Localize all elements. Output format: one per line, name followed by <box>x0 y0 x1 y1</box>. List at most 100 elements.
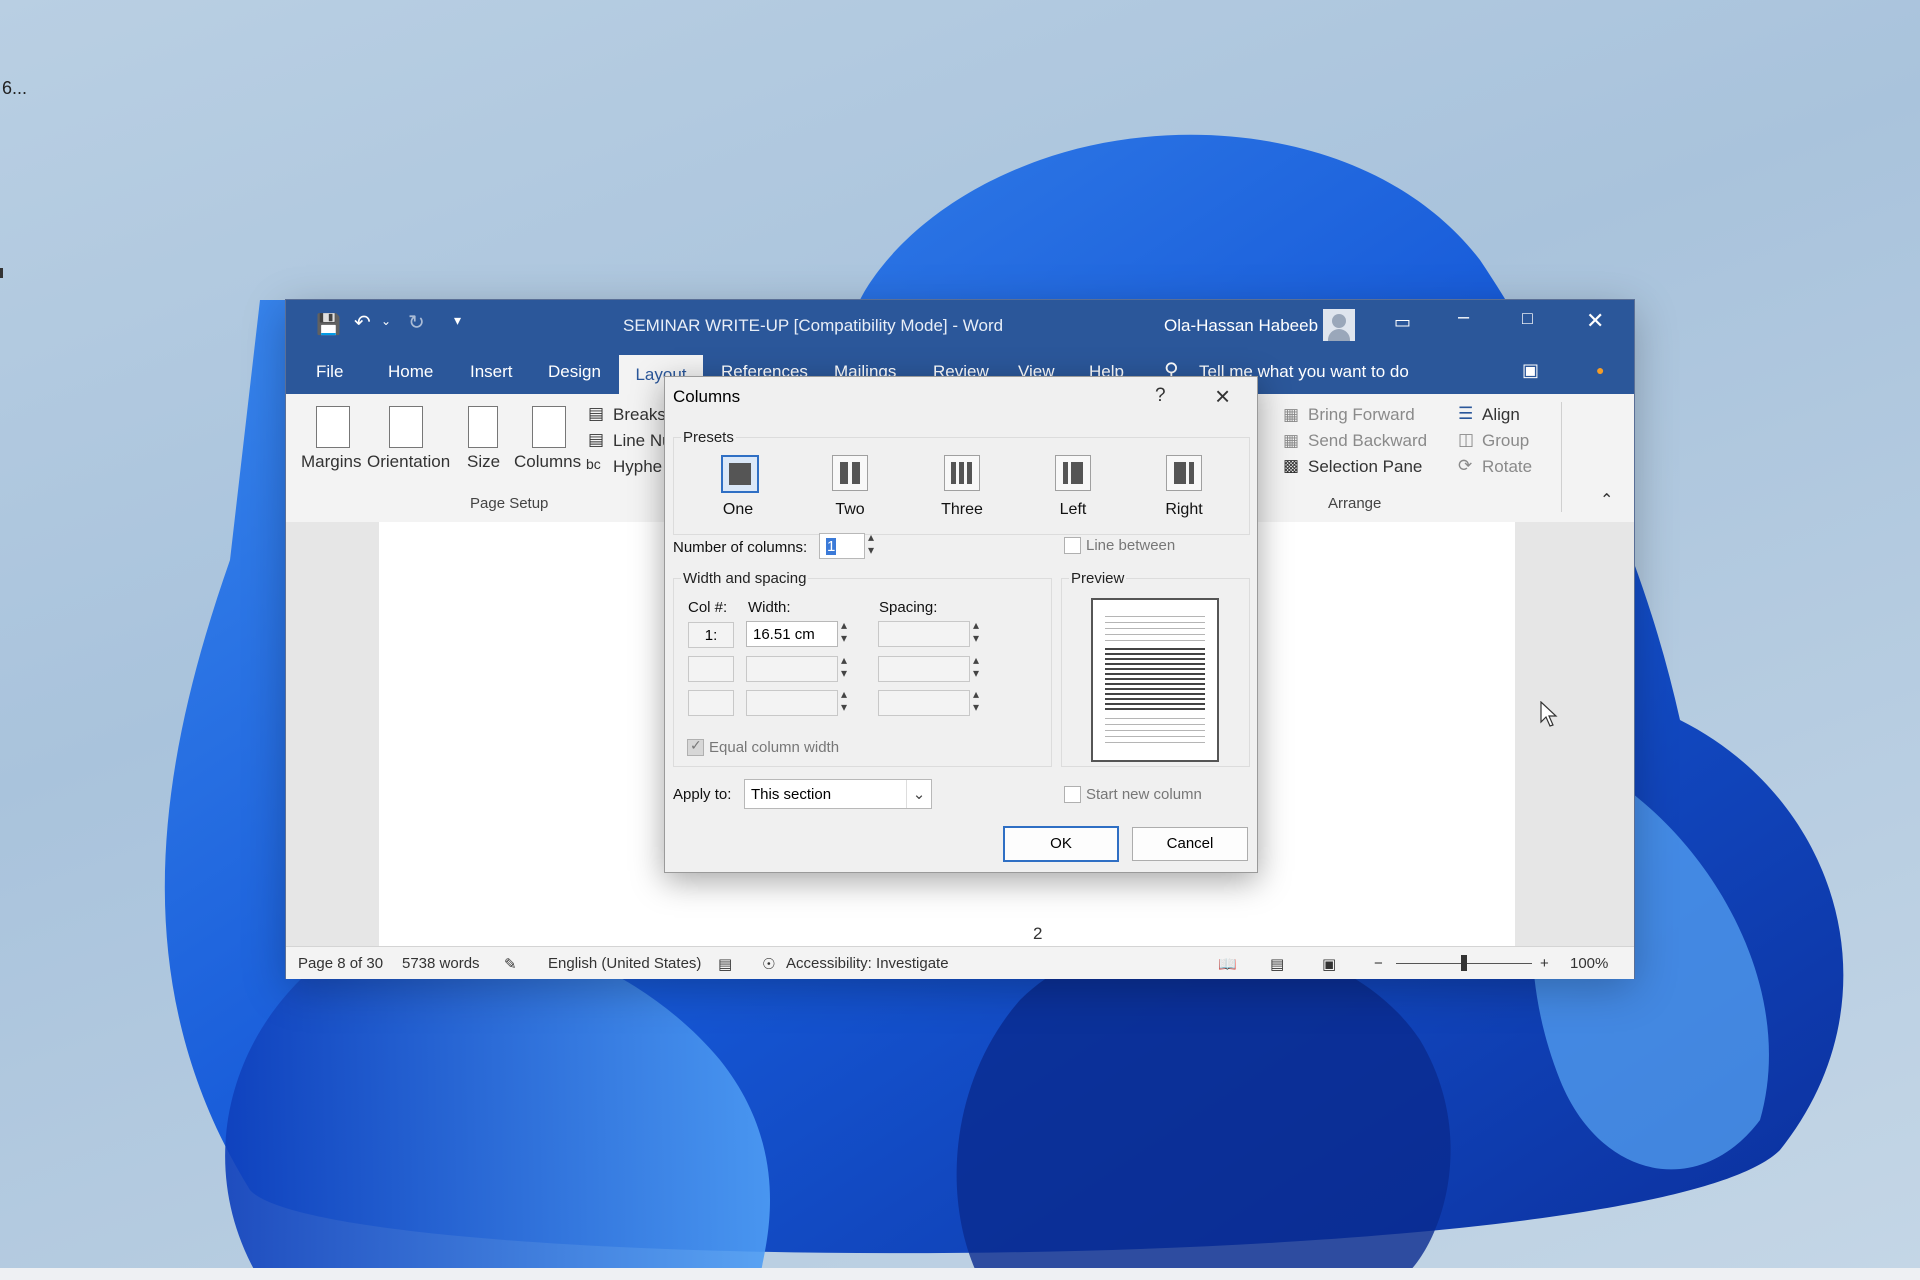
help-icon[interactable]: ? <box>1155 385 1166 407</box>
hyphenation-button[interactable]: Hyphe <box>613 457 662 477</box>
col-2-width-input[interactable] <box>746 656 838 682</box>
align-icon: ☰ <box>1458 404 1474 423</box>
tab-home[interactable]: Home <box>388 362 433 382</box>
apply-to-select[interactable]: This section ⌄ <box>744 779 932 809</box>
col-3-spacing-input[interactable] <box>878 690 970 716</box>
page-count[interactable]: Page 8 of 30 <box>298 955 383 972</box>
col-number-3 <box>688 690 734 716</box>
redo-icon[interactable]: ↻ <box>408 310 425 335</box>
read-mode-icon[interactable]: 📖 <box>1218 955 1237 973</box>
window-title: SEMINAR WRITE-UP [Compatibility Mode] - … <box>623 316 1004 335</box>
bring-forward-button[interactable]: Bring Forward <box>1308 405 1415 425</box>
rotate-button[interactable]: Rotate <box>1482 457 1532 477</box>
status-bar: Page 8 of 30 5738 words ✎ English (Unite… <box>286 946 1634 979</box>
ribbon-display-options-icon[interactable]: ▭ <box>1394 312 1411 333</box>
align-button[interactable]: Align <box>1482 405 1520 425</box>
col-3-width-input[interactable] <box>746 690 838 716</box>
undo-dropdown-icon[interactable]: ⌄ <box>381 314 391 328</box>
orientation-icon[interactable] <box>389 406 423 448</box>
preset-two-icon[interactable] <box>832 455 868 491</box>
text-predictions-icon[interactable]: ▤ <box>718 955 732 973</box>
collapse-ribbon-icon[interactable]: ⌃ <box>1600 490 1613 510</box>
send-backward-button[interactable]: Send Backward <box>1308 431 1427 451</box>
undo-icon[interactable]: ↶ <box>354 310 371 335</box>
col-1-spacing-input[interactable] <box>878 621 970 647</box>
breaks-icon[interactable]: ▤ <box>588 404 604 424</box>
margins-button[interactable]: Margins <box>301 452 361 472</box>
group-button[interactable]: Group <box>1482 431 1529 451</box>
zoom-slider-thumb[interactable] <box>1461 955 1467 971</box>
tab-insert[interactable]: Insert <box>470 362 513 382</box>
close-icon[interactable]: ✕ <box>1586 308 1604 334</box>
col-1-width-input[interactable]: 16.51 cm <box>746 621 838 647</box>
col-3-spacing-stepper[interactable] <box>970 687 986 716</box>
line-numbers-icon[interactable]: ▤ <box>588 430 604 450</box>
taskbar-strip <box>0 1268 1920 1280</box>
hyphenation-icon[interactable]: bc <box>586 456 601 472</box>
line-between-checkbox[interactable] <box>1064 537 1081 554</box>
maximize-icon[interactable]: □ <box>1522 308 1533 329</box>
line-numbers-button[interactable]: Line Nu <box>613 431 672 451</box>
preset-three-label[interactable]: Three <box>927 501 997 519</box>
orientation-button[interactable]: Orientation <box>367 452 450 472</box>
col-2-width-stepper[interactable] <box>838 653 854 682</box>
zoom-level[interactable]: 100% <box>1570 955 1608 972</box>
size-icon[interactable] <box>468 406 498 448</box>
word-count[interactable]: 5738 words <box>402 955 480 972</box>
columns-icon[interactable] <box>532 406 566 448</box>
col-2-spacing-stepper[interactable] <box>970 653 986 682</box>
preset-one-icon[interactable] <box>721 455 759 493</box>
number-of-columns-input[interactable]: 1 <box>819 533 865 559</box>
send-backward-icon: ▦ <box>1283 431 1300 450</box>
equal-column-width-checkbox[interactable] <box>687 737 704 756</box>
page-number: 2 <box>1033 924 1043 943</box>
close-icon[interactable]: × <box>1215 381 1230 412</box>
save-icon[interactable]: 💾 <box>316 312 341 337</box>
mouse-cursor-icon <box>1540 701 1558 727</box>
spacing-header: Spacing: <box>879 599 938 616</box>
preset-two-label[interactable]: Two <box>815 501 885 519</box>
columns-button[interactable]: Columns <box>514 452 581 472</box>
cancel-button[interactable]: Cancel <box>1132 827 1248 861</box>
web-layout-icon[interactable]: ▣ <box>1322 955 1336 973</box>
size-button[interactable]: Size <box>467 452 500 472</box>
avatar[interactable] <box>1323 309 1355 341</box>
language-status[interactable]: English (United States) <box>548 955 701 972</box>
desktop-icon-label[interactable]: 6... <box>2 78 27 99</box>
minimize-icon[interactable]: – <box>1458 306 1469 329</box>
arrange-group-label: Arrange <box>1328 495 1382 512</box>
accessibility-status[interactable]: Accessibility: Investigate <box>786 955 949 972</box>
number-of-columns-value: 1 <box>826 538 837 555</box>
col-2-spacing-input[interactable] <box>878 656 970 682</box>
col-1-spacing-stepper[interactable] <box>970 618 986 647</box>
apply-to-value: This section <box>751 786 832 803</box>
preset-left-icon[interactable] <box>1055 455 1091 491</box>
preset-left-label[interactable]: Left <box>1038 501 1108 519</box>
number-of-columns-label: Number of columns: <box>673 539 808 556</box>
selection-pane-button[interactable]: Selection Pane <box>1308 457 1422 477</box>
start-new-column-checkbox[interactable] <box>1064 786 1081 803</box>
notification-dot-icon[interactable]: ● <box>1596 362 1604 378</box>
col-1-width-stepper[interactable] <box>838 618 854 647</box>
preset-right-label[interactable]: Right <box>1149 501 1219 519</box>
desktop-mark <box>0 268 3 278</box>
proofing-icon[interactable]: ✎ <box>504 955 517 973</box>
comments-icon[interactable]: ▣ <box>1522 360 1539 381</box>
zoom-out-icon[interactable]: − <box>1374 955 1383 972</box>
account-name[interactable]: Ola-Hassan Habeeb <box>1164 316 1318 336</box>
zoom-in-icon[interactable]: + <box>1540 955 1549 972</box>
accessibility-icon[interactable]: ☉ <box>762 955 775 973</box>
preset-right-icon[interactable] <box>1166 455 1202 491</box>
tab-file[interactable]: File <box>316 362 343 382</box>
preset-three-icon[interactable] <box>944 455 980 491</box>
col-3-width-stepper[interactable] <box>838 687 854 716</box>
tab-design[interactable]: Design <box>548 362 601 382</box>
customize-toolbar-icon[interactable]: ▾ <box>454 312 461 329</box>
ok-button[interactable]: OK <box>1003 826 1119 862</box>
breaks-button[interactable]: Breaks <box>613 405 666 425</box>
number-of-columns-stepper[interactable] <box>865 530 881 559</box>
print-layout-icon[interactable]: ▤ <box>1270 955 1284 973</box>
margins-icon[interactable] <box>316 406 350 448</box>
chevron-down-icon[interactable]: ⌄ <box>906 780 931 808</box>
preset-one-label[interactable]: One <box>703 501 773 519</box>
